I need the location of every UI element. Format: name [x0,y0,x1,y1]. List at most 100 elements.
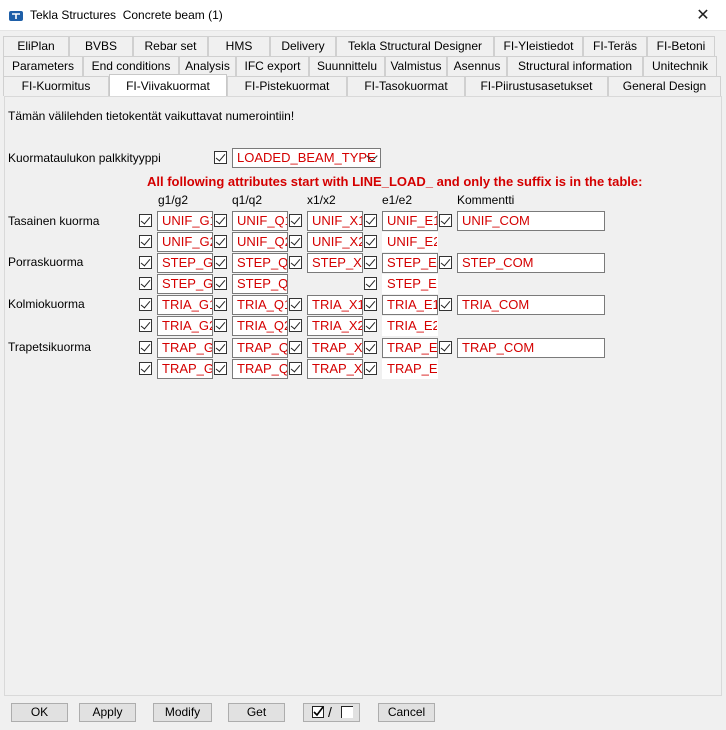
unif-e1-field[interactable]: UNIF_E1 [382,211,438,231]
step-q1-checkbox[interactable] [214,256,227,269]
unif-e2-field[interactable]: UNIF_E2 [382,232,438,252]
unif-q1-checkbox[interactable] [214,214,227,227]
trap-q2-field[interactable]: TRAP_Q2 [232,359,288,379]
tab-delivery[interactable]: Delivery [270,36,336,56]
unif-q1-field[interactable]: UNIF_Q1 [232,211,288,231]
step-g2-field[interactable]: STEP_G2 [157,274,213,294]
tab-fi-pistekuormat[interactable]: FI-Pistekuormat [227,76,347,96]
tria-q1-checkbox[interactable] [214,298,227,311]
trap-e2-checkbox[interactable] [364,362,377,375]
tria-q1-field[interactable]: TRIA_Q1 [232,295,288,315]
tab-rebar-set[interactable]: Rebar set [133,36,208,56]
unif-g1-checkbox[interactable] [139,214,152,227]
trap-q1-field[interactable]: TRAP_Q1 [232,338,288,358]
modify-button[interactable]: Modify [153,703,212,722]
step-e1-checkbox[interactable] [364,256,377,269]
step-q2-checkbox[interactable] [214,277,227,290]
tab-asennus[interactable]: Asennus [447,56,507,76]
tria-e1-checkbox[interactable] [364,298,377,311]
tab-hms[interactable]: HMS [208,36,270,56]
trap-g2-field[interactable]: TRAP_G2 [157,359,213,379]
tab-bvbs[interactable]: BVBS [69,36,133,56]
trap-x1-checkbox[interactable] [289,341,302,354]
tria-g1-checkbox[interactable] [139,298,152,311]
tab-unitechnik[interactable]: Unitechnik [643,56,717,76]
unif-e2-checkbox[interactable] [364,235,377,248]
unif-q2-checkbox[interactable] [214,235,227,248]
tab-fi-yleistiedot[interactable]: FI-Yleistiedot [494,36,583,56]
trap-e2-field[interactable]: TRAP_E2 [382,359,438,379]
tab-fi-viivakuormat[interactable]: FI-Viivakuormat [109,74,227,96]
tab-suunnittelu[interactable]: Suunnittelu [309,56,385,76]
unif-x2-field[interactable]: UNIF_X2 [307,232,363,252]
tab-fi-tasokuormat[interactable]: FI-Tasokuormat [347,76,465,96]
step-e1-field[interactable]: STEP_E1 [382,253,438,273]
step-x1-field[interactable]: STEP_X1 [307,253,363,273]
cancel-button[interactable]: Cancel [378,703,435,722]
tab-tekla-structural-designer[interactable]: Tekla Structural Designer [336,36,494,56]
tria-q2-checkbox[interactable] [214,319,227,332]
trap-com-checkbox[interactable] [439,341,452,354]
step-x1-checkbox[interactable] [289,256,302,269]
step-e2-checkbox[interactable] [364,277,377,290]
tria-x1-checkbox[interactable] [289,298,302,311]
tria-com-checkbox[interactable] [439,298,452,311]
step-g1-field[interactable]: STEP_G1 [157,253,213,273]
unif-x1-checkbox[interactable] [289,214,302,227]
tria-com-field[interactable]: TRIA_COM [457,295,605,315]
tab-fi-betoni[interactable]: FI-Betoni [647,36,715,56]
tria-x1-field[interactable]: TRIA_X1 [307,295,363,315]
trap-x2-field[interactable]: TRAP_X2 [307,359,363,379]
step-g2-checkbox[interactable] [139,277,152,290]
tria-g2-checkbox[interactable] [139,319,152,332]
tab-end-conditions[interactable]: End conditions [83,56,179,76]
step-com-field[interactable]: STEP_COM [457,253,605,273]
trap-g1-checkbox[interactable] [139,341,152,354]
unif-e1-checkbox[interactable] [364,214,377,227]
tria-g1-field[interactable]: TRIA_G1 [157,295,213,315]
unif-x1-field[interactable]: UNIF_X1 [307,211,363,231]
tab-structural-information[interactable]: Structural information [507,56,643,76]
step-g1-checkbox[interactable] [139,256,152,269]
tab-analysis[interactable]: Analysis [179,56,236,76]
trap-e1-checkbox[interactable] [364,341,377,354]
beam-type-combo[interactable]: LOADED_BEAM_TYPE [232,148,381,168]
tab-fi-kuormitus[interactable]: FI-Kuormitus [3,76,109,96]
trap-g1-field[interactable]: TRAP_G1 [157,338,213,358]
trap-x1-field[interactable]: TRAP_X1 [307,338,363,358]
unif-com-field[interactable]: UNIF_COM [457,211,605,231]
step-q1-field[interactable]: STEP_Q1 [232,253,288,273]
trap-q2-checkbox[interactable] [214,362,227,375]
unif-x2-checkbox[interactable] [289,235,302,248]
tab-general-design[interactable]: General Design [608,76,721,96]
trap-x2-checkbox[interactable] [289,362,302,375]
tab-ifc-export[interactable]: IFC export [236,56,309,76]
ok-button[interactable]: OK [11,703,68,722]
unif-q2-field[interactable]: UNIF_Q2 [232,232,288,252]
unif-g2-field[interactable]: UNIF_G2 [157,232,213,252]
step-e2-field[interactable]: STEP_E2 [382,274,438,294]
trap-com-field[interactable]: TRAP_COM [457,338,605,358]
unif-com-checkbox[interactable] [439,214,452,227]
tria-g2-field[interactable]: TRIA_G2 [157,316,213,336]
beam-type-checkbox[interactable] [214,151,227,164]
trap-q1-checkbox[interactable] [214,341,227,354]
tab-eliplan[interactable]: EliPlan [3,36,69,56]
get-button[interactable]: Get [228,703,285,722]
tria-e2-field[interactable]: TRIA_E2 [382,316,438,336]
apply-button[interactable]: Apply [79,703,136,722]
tab-fi-teras[interactable]: FI-Teräs [583,36,647,56]
toggle-all-checkboxes-button[interactable]: / [303,703,360,722]
step-q2-field[interactable]: STEP_Q2 [232,274,288,294]
trap-g2-checkbox[interactable] [139,362,152,375]
tria-e1-field[interactable]: TRIA_E1 [382,295,438,315]
tria-e2-checkbox[interactable] [364,319,377,332]
tab-fi-piirustusasetukset[interactable]: FI-Piirustusasetukset [465,76,608,96]
unif-g2-checkbox[interactable] [139,235,152,248]
tab-parameters[interactable]: Parameters [3,56,83,76]
trap-e1-field[interactable]: TRAP_E1 [382,338,438,358]
unif-g1-field[interactable]: UNIF_G1 [157,211,213,231]
tria-q2-field[interactable]: TRIA_Q2 [232,316,288,336]
tab-valmistus[interactable]: Valmistus [385,56,447,76]
step-com-checkbox[interactable] [439,256,452,269]
